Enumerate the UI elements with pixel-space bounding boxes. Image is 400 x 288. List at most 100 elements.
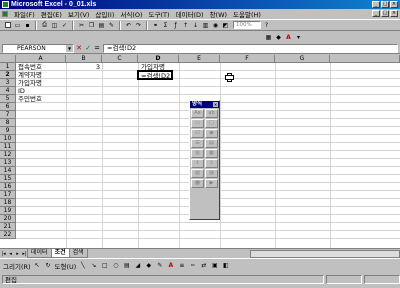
enter-entry-button[interactable]: ✓ <box>84 44 92 53</box>
tab-condition[interactable]: 조건 <box>50 249 70 258</box>
row-header[interactable]: 21 <box>0 223 16 231</box>
first-sheet-icon[interactable]: |◂ <box>0 250 7 258</box>
menu-data[interactable]: 데이터(D) <box>173 9 207 19</box>
hyperlink-icon[interactable]: ⚭ <box>151 21 160 30</box>
rotate-icon[interactable]: ↻ <box>44 261 53 270</box>
oval-icon[interactable]: ○ <box>111 261 120 270</box>
row-header[interactable]: 1 <box>0 63 16 71</box>
row-header[interactable]: 20 <box>0 215 16 223</box>
column-header-c[interactable]: C <box>102 55 138 63</box>
menu-view[interactable]: 보기(V) <box>65 9 92 19</box>
row-header[interactable]: 4 <box>0 87 16 95</box>
cell-a3[interactable]: 가입자명 <box>17 79 66 87</box>
button-icon[interactable]: □ <box>205 119 218 128</box>
print-icon[interactable]: ⎙ <box>40 21 49 30</box>
doc-restore-button[interactable]: □ <box>381 10 389 17</box>
row-header[interactable]: 3 <box>0 79 16 87</box>
format-painter-icon[interactable]: ✎ <box>107 21 116 30</box>
sort-asc-icon[interactable]: ↑ <box>181 21 190 30</box>
group-box-icon[interactable]: ▭ <box>191 119 204 128</box>
new-icon[interactable] <box>3 21 12 30</box>
function-icon[interactable]: ƒ <box>171 21 180 30</box>
combo-box-icon[interactable]: ▤ <box>205 139 218 148</box>
draw-menu-button[interactable]: 그리기(R) <box>3 261 31 271</box>
forms-toolbar-title[interactable]: 양식 × <box>190 101 219 108</box>
chart-wizard-icon[interactable]: ▥ <box>201 21 210 30</box>
row-header[interactable]: 14 <box>0 167 16 175</box>
edit-code-icon[interactable]: ▨ <box>205 169 218 178</box>
tab-data[interactable]: 데이터 <box>27 249 52 258</box>
row-header[interactable]: 22 <box>0 231 16 239</box>
checkbox-icon[interactable]: ☑ <box>191 129 204 138</box>
select-all-corner[interactable] <box>0 55 16 63</box>
drawing-icon[interactable]: ◩ <box>221 21 230 30</box>
autosum-icon[interactable]: Σ <box>161 21 170 30</box>
spell-icon[interactable]: ✓ <box>60 21 69 30</box>
menu-insert[interactable]: 삽입(I) <box>92 9 117 19</box>
rectangle-icon[interactable]: □ <box>100 261 109 270</box>
run-dialog-icon[interactable]: ▶ <box>205 179 218 188</box>
row-header[interactable]: 16 <box>0 183 16 191</box>
line-style-icon[interactable]: ≡ <box>177 261 186 270</box>
tab-search[interactable]: 검색 <box>68 249 88 258</box>
autoshapes-button[interactable]: 도형(U) <box>55 261 77 271</box>
dash-style-icon[interactable]: ┅ <box>188 261 197 270</box>
formula-input[interactable]: =검색!D2 <box>103 43 398 53</box>
toggle-grid-icon[interactable]: ▩ <box>191 179 204 188</box>
shadow-icon[interactable]: ▣ <box>210 261 219 270</box>
save-icon[interactable]: ▪ <box>23 21 32 30</box>
combo-dropdown-icon[interactable]: ▦ <box>205 149 218 158</box>
row-header[interactable]: 6 <box>0 103 16 111</box>
map-icon[interactable]: ◉ <box>211 21 220 30</box>
row-header[interactable]: 9 <box>0 127 16 135</box>
cell-b1[interactable]: 3 <box>66 63 102 71</box>
chevron-down-icon[interactable]: ▼ <box>66 44 73 52</box>
label-icon[interactable]: Aa <box>191 109 204 118</box>
column-header-f[interactable]: F <box>220 55 275 63</box>
menu-edit[interactable]: 편집(E) <box>38 9 65 19</box>
cell-a5[interactable]: 주민번호 <box>17 95 66 103</box>
column-header-b[interactable]: B <box>66 55 102 63</box>
next-sheet-icon[interactable]: ▸ <box>14 250 21 258</box>
doc-close-button[interactable]: × <box>390 10 398 17</box>
help-icon[interactable]: ? <box>262 21 271 30</box>
menu-tools[interactable]: 도구(T) <box>146 9 173 19</box>
sort-desc-icon[interactable]: ↓ <box>191 21 200 30</box>
arrow-style-icon[interactable]: ⇄ <box>199 261 208 270</box>
cell-d2-editing[interactable]: =검색!D2 <box>140 72 170 80</box>
textbox-icon[interactable]: ▤ <box>122 261 131 270</box>
properties-icon[interactable]: ▧ <box>191 169 204 178</box>
scroll-bar-icon[interactable]: ⇕ <box>191 159 204 168</box>
row-header[interactable]: 17 <box>0 191 16 199</box>
zoom-select[interactable]: 100% <box>233 21 261 29</box>
arrow-icon[interactable]: ↘ <box>89 261 98 270</box>
cell-a4[interactable]: ID <box>17 87 66 95</box>
row-header[interactable]: 15 <box>0 175 16 183</box>
column-header-d[interactable]: D <box>138 55 179 63</box>
edit-formula-button[interactable]: = <box>93 44 101 53</box>
select-pointer-icon[interactable]: ↖ <box>33 261 42 270</box>
borders-icon[interactable]: ▦ <box>264 33 273 42</box>
menu-help[interactable]: 도움말(H) <box>230 9 264 19</box>
list-box-icon[interactable]: ☰ <box>191 139 204 148</box>
cancel-entry-button[interactable]: ✕ <box>75 44 83 53</box>
row-header[interactable]: 13 <box>0 159 16 167</box>
row-header[interactable]: 19 <box>0 207 16 215</box>
menu-window[interactable]: 창(W) <box>207 9 230 19</box>
cut-icon[interactable]: ✂ <box>77 21 86 30</box>
minimize-button[interactable]: _ <box>372 1 380 8</box>
horizontal-scrollbar[interactable] <box>250 250 400 258</box>
row-header[interactable]: 11 <box>0 143 16 151</box>
cell-a2[interactable]: 계약자명 <box>17 71 66 79</box>
combo-list-icon[interactable]: ▥ <box>191 149 204 158</box>
workbook-icon[interactable] <box>2 11 8 17</box>
chevron-down-icon[interactable]: ▾ <box>294 33 303 42</box>
option-button-icon[interactable]: ◉ <box>205 129 218 138</box>
row-header[interactable]: 18 <box>0 199 16 207</box>
row-header[interactable]: 7 <box>0 111 16 119</box>
copy-icon[interactable]: ❐ <box>87 21 96 30</box>
wordart-icon[interactable]: ◢ <box>133 261 142 270</box>
menu-file[interactable]: 파일(F) <box>11 9 38 19</box>
fill-color-icon[interactable]: ◆ <box>144 261 153 270</box>
line-color-icon[interactable]: ✎ <box>155 261 164 270</box>
